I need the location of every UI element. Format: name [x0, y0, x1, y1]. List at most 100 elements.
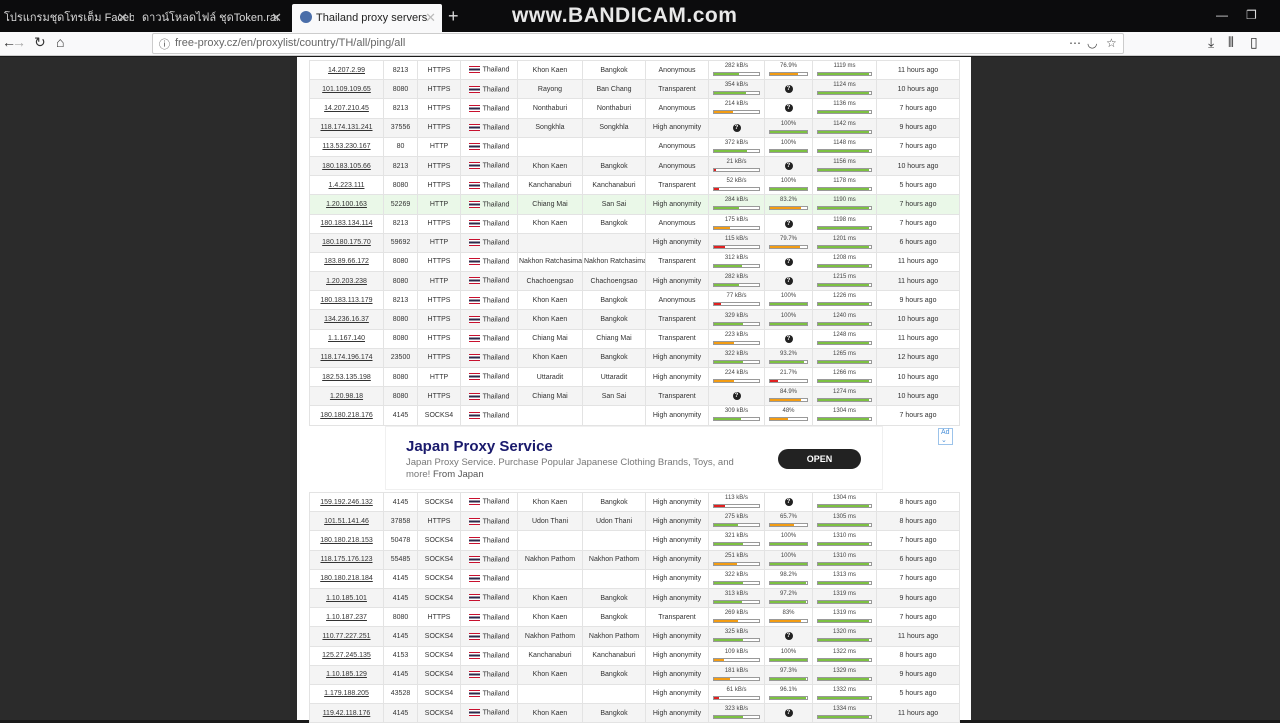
close-icon[interactable]: ✕ [425, 4, 436, 32]
country-cell[interactable]: Thailand [460, 366, 518, 388]
country-name[interactable]: Thailand [483, 614, 510, 621]
ip-address-link[interactable]: 180.180.218.184 [320, 575, 373, 582]
country-cell[interactable]: Thailand [460, 136, 518, 157]
country-name[interactable]: Thailand [483, 576, 510, 583]
ip-address-link[interactable]: 113.53.230.167 [322, 143, 370, 150]
ip-address-link[interactable]: 1.10.185.129 [326, 671, 367, 678]
ip-address-link[interactable]: 1.20.100.163 [326, 201, 367, 208]
country-cell[interactable]: Thailand [460, 117, 518, 138]
country-cell[interactable]: Thailand [460, 309, 518, 330]
ip-address-link[interactable]: 1.4.223.111 [329, 182, 365, 189]
ip-address-link[interactable]: 118.174.196.174 [320, 354, 372, 361]
country-cell[interactable]: Thailand [460, 607, 518, 628]
country-cell[interactable]: Thailand [460, 232, 518, 253]
country-cell[interactable]: Thailand [460, 626, 518, 647]
country-cell[interactable]: Thailand [460, 549, 518, 570]
ad-choices-tag[interactable]: Ad ⌄ [938, 428, 953, 445]
bookmark-star-icon[interactable]: ☆ [1106, 36, 1117, 50]
ad-box[interactable]: Japan Proxy Service Japan Proxy Service.… [385, 426, 953, 490]
ip-address-link[interactable]: 1.20.98.18 [330, 393, 363, 400]
country-name[interactable]: Thailand [483, 124, 510, 131]
ip-address-link[interactable]: 1.1.167.140 [328, 335, 365, 342]
ip-address-link[interactable]: 1.10.185.101 [326, 595, 367, 602]
country-cell[interactable]: Thailand [460, 213, 518, 234]
country-name[interactable]: Thailand [483, 316, 510, 323]
ip-address-link[interactable]: 118.174.131.241 [320, 124, 372, 131]
new-tab-plus-icon[interactable]: + [448, 6, 459, 27]
tab-thailand-proxy[interactable]: Thailand proxy servers ✕ [292, 4, 442, 32]
ad-banner[interactable]: Japan Proxy Service Japan Proxy Service.… [309, 426, 959, 492]
country-cell[interactable]: Thailand [460, 491, 518, 513]
country-cell[interactable]: Thailand [460, 155, 518, 177]
country-cell[interactable]: Thailand [460, 386, 518, 407]
info-icon[interactable]: ⓘ [159, 36, 170, 52]
ip-address-link[interactable]: 180.183.113.179 [320, 297, 372, 304]
ip-address-link[interactable]: 183.89.66.172 [324, 258, 369, 265]
country-name[interactable]: Thailand [483, 259, 510, 266]
country-name[interactable]: Thailand [483, 633, 510, 640]
home-icon[interactable]: ⌂ [56, 34, 64, 50]
ip-address-link[interactable]: 14.207.2.99 [328, 67, 365, 74]
tab-download-token[interactable]: ดาวน์โหลดไฟล์ ชุดToken.rar ✕ [138, 4, 288, 32]
ip-address-link[interactable]: 180.180.175.70 [322, 239, 371, 246]
ip-address-link[interactable]: 182.53.135.198 [322, 374, 371, 381]
country-name[interactable]: Thailand [483, 393, 510, 400]
country-name[interactable]: Thailand [483, 671, 510, 678]
ip-address-link[interactable]: 180.183.134.114 [320, 220, 372, 227]
reload-icon[interactable]: ↻ [34, 34, 46, 51]
country-name[interactable]: Thailand [483, 691, 510, 698]
country-cell[interactable]: Thailand [460, 271, 518, 292]
country-name[interactable]: Thailand [483, 144, 510, 151]
country-name[interactable]: Thailand [483, 412, 510, 419]
ip-address-link[interactable]: 101.109.109.65 [322, 86, 371, 93]
country-name[interactable]: Thailand [483, 67, 510, 74]
country-name[interactable]: Thailand [483, 518, 510, 525]
country-name[interactable]: Thailand [483, 201, 510, 208]
ip-address-link[interactable]: 1.179.188.205 [324, 690, 369, 697]
country-cell[interactable]: Thailand [460, 683, 518, 705]
country-name[interactable]: Thailand [483, 335, 510, 342]
country-cell[interactable]: Thailand [460, 347, 518, 369]
ip-address-link[interactable]: 119.42.118.176 [323, 710, 371, 717]
ip-address-link[interactable]: 180.183.105.66 [322, 163, 371, 170]
ip-address-link[interactable]: 180.180.218.153 [320, 537, 373, 544]
country-name[interactable]: Thailand [483, 278, 510, 285]
ip-address-link[interactable]: 118.175.176.123 [320, 556, 372, 563]
country-name[interactable]: Thailand [483, 86, 510, 93]
ad-open-button[interactable]: OPEN [778, 449, 861, 469]
country-cell[interactable]: Thailand [460, 328, 518, 349]
country-cell[interactable]: Thailand [460, 79, 518, 100]
address-bar[interactable]: ⓘ free-proxy.cz/en/proxylist/country/TH/… [152, 33, 1124, 54]
ip-address-link[interactable]: 101.51.141.46 [324, 518, 369, 525]
country-cell[interactable]: Thailand [460, 175, 518, 196]
country-cell[interactable]: Thailand [460, 568, 518, 589]
country-name[interactable]: Thailand [483, 182, 510, 189]
pocket-icon[interactable]: ◡ [1087, 36, 1097, 50]
country-name[interactable]: Thailand [483, 297, 510, 304]
country-name[interactable]: Thailand [483, 556, 510, 563]
country-cell[interactable]: Thailand [460, 194, 518, 215]
country-cell[interactable]: Thailand [460, 290, 518, 311]
ip-address-link[interactable]: 159.192.246.132 [320, 499, 373, 506]
country-name[interactable]: Thailand [483, 652, 510, 659]
country-cell[interactable]: Thailand [460, 530, 518, 551]
sidebar-icon[interactable]: ▯ [1250, 34, 1258, 51]
minimize-icon[interactable]: — [1216, 8, 1228, 22]
close-icon[interactable]: ✕ [271, 4, 282, 32]
ip-address-link[interactable]: 1.10.187.237 [326, 614, 367, 621]
country-name[interactable]: Thailand [483, 374, 510, 381]
ip-address-link[interactable]: 125.27.245.135 [322, 652, 371, 659]
ip-address-link[interactable]: 134.236.16.37 [324, 316, 369, 323]
ip-address-link[interactable]: 180.180.218.176 [320, 412, 373, 419]
country-cell[interactable]: Thailand [460, 405, 518, 426]
country-name[interactable]: Thailand [483, 710, 510, 717]
ip-address-link[interactable]: 110.77.227.251 [322, 633, 370, 640]
country-name[interactable]: Thailand [483, 220, 510, 227]
country-cell[interactable]: Thailand [460, 251, 518, 273]
ip-address-link[interactable]: 1.20.203.238 [326, 278, 367, 285]
country-name[interactable]: Thailand [483, 105, 510, 112]
country-name[interactable]: Thailand [483, 537, 510, 544]
country-cell[interactable]: Thailand [460, 645, 518, 666]
country-name[interactable]: Thailand [483, 355, 510, 362]
tab-facebook-tool[interactable]: โปรแกรมชุดโทรเต็ม Facebook ✕ [0, 4, 134, 32]
